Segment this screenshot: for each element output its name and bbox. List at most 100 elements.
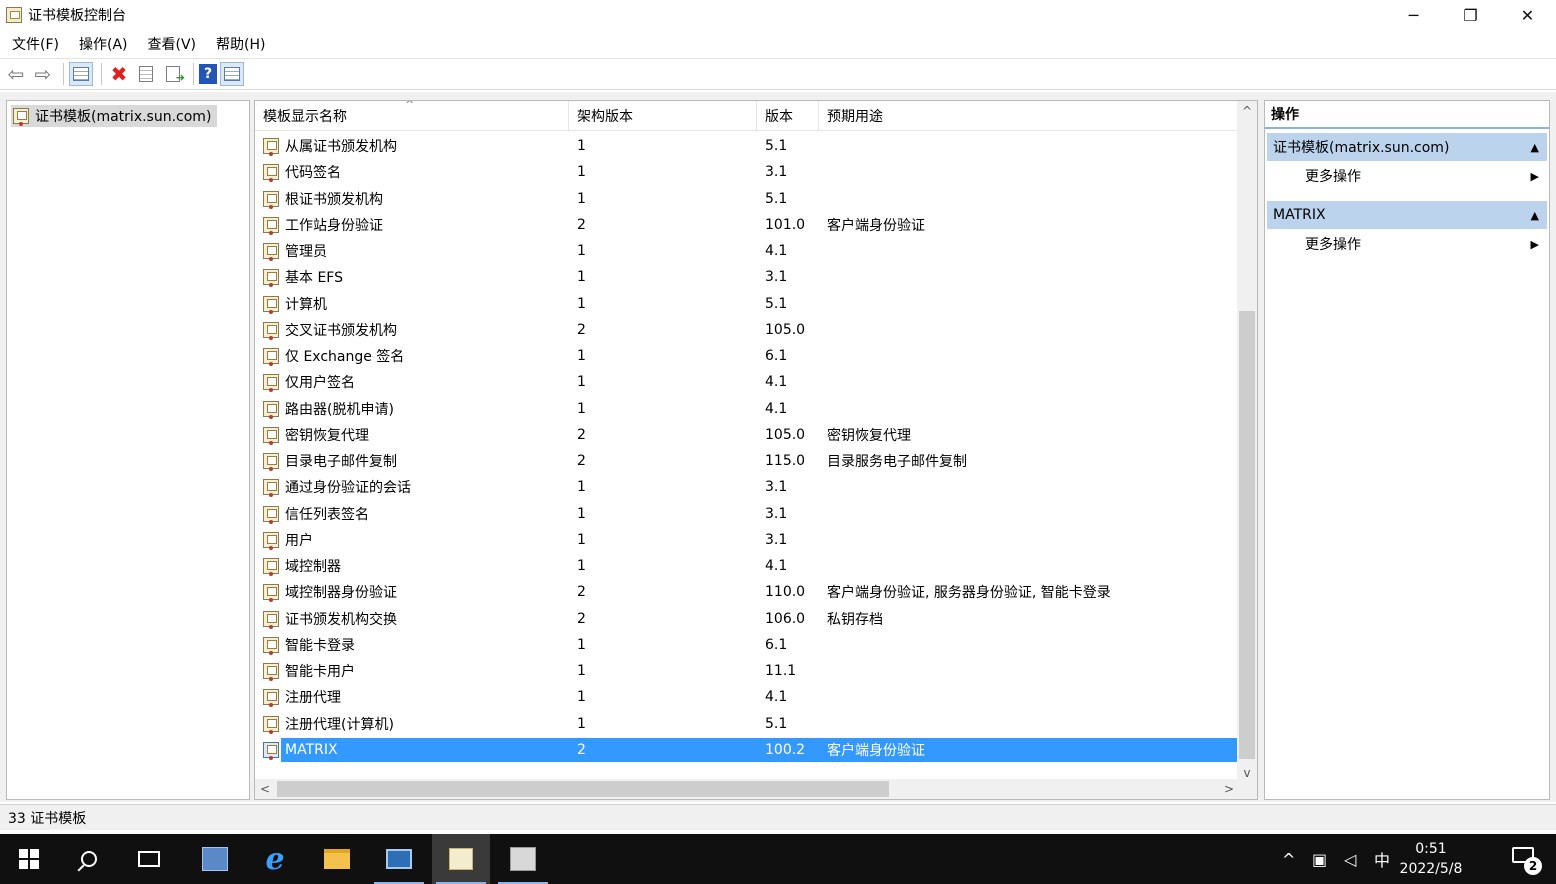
clock[interactable]: 0:51 2022/5/8	[1386, 839, 1476, 879]
export-list-icon	[166, 66, 185, 84]
scroll-left-icon[interactable]: <	[255, 779, 275, 799]
certification-authority-taskbar-button[interactable]	[494, 834, 552, 884]
table-row[interactable]: 工作站身份验证 2 101.0 客户端身份验证	[255, 212, 1237, 238]
version-cell: 4.1	[765, 558, 788, 575]
file-explorer-taskbar-button[interactable]	[308, 834, 366, 884]
template-list: 模板显示名称 ^ 架构版本 版本 预期用途 从属证书颁发机构 1 5.1 代码签名 1 3…	[254, 100, 1258, 800]
minimize-button[interactable]: ─	[1385, 0, 1442, 30]
menu-view[interactable]: 查看(V)	[142, 34, 203, 54]
table-row[interactable]: 计算机 1 5.1	[255, 291, 1237, 317]
template-name-cell: 注册代理	[285, 690, 341, 707]
console-tree: 证书模板(matrix.sun.com)	[6, 100, 250, 800]
more-actions-item[interactable]: 更多操作 ▶	[1267, 162, 1547, 190]
vertical-scrollbar[interactable]: ^ v	[1237, 101, 1257, 783]
schema-version-cell: 1	[577, 269, 586, 286]
action-center-button[interactable]: 2	[1512, 847, 1542, 875]
table-row[interactable]: 注册代理(计算机) 1 5.1	[255, 711, 1237, 737]
column-header-label: 架构版本	[577, 109, 633, 125]
network-icon[interactable]: ▣	[1312, 834, 1327, 884]
intended-purpose-cell: 客户端身份验证, 服务器身份验证, 智能卡登录	[827, 585, 1111, 602]
tree-node-cert-templates[interactable]: 证书模板(matrix.sun.com)	[11, 105, 218, 127]
table-row[interactable]: 域控制器 1 4.1	[255, 553, 1237, 579]
horizontal-scroll-thumb[interactable]	[277, 781, 889, 797]
chevron-up-icon: ^	[1282, 849, 1296, 869]
menu-file[interactable]: 文件(F)	[6, 34, 65, 54]
table-row[interactable]: 通过身份验证的会话 1 3.1	[255, 474, 1237, 500]
version-cell: 4.1	[765, 400, 788, 417]
table-row[interactable]: 交叉证书颁发机构 2 105.0	[255, 317, 1237, 343]
start-button[interactable]	[0, 834, 58, 884]
actions-section-matrix[interactable]: MATRIX ▲	[1267, 201, 1547, 229]
volume-muted-icon[interactable]: ◁	[1344, 834, 1356, 884]
show-hide-action-pane-button[interactable]	[220, 62, 244, 86]
export-list-button[interactable]	[161, 62, 185, 86]
actions-pane-title: 操作	[1265, 101, 1549, 129]
schema-version-cell: 2	[577, 610, 586, 627]
certificate-templates-taskbar-button[interactable]	[432, 834, 490, 884]
version-cell: 5.1	[765, 190, 788, 207]
actions-section-label: MATRIX	[1273, 207, 1326, 223]
table-row[interactable]: 管理员 1 4.1	[255, 238, 1237, 264]
show-hidden-icons-button[interactable]: ^	[1282, 834, 1295, 884]
scroll-up-icon[interactable]: ^	[1237, 101, 1257, 121]
status-bar: 33 证书模板	[0, 804, 1556, 830]
table-row[interactable]: 路由器(脱机申请) 1 4.1	[255, 396, 1237, 422]
horizontal-scrollbar[interactable]: < >	[255, 779, 1239, 799]
table-row[interactable]: 智能卡登录 1 6.1	[255, 632, 1237, 658]
table-row[interactable]: 基本 EFS 1 3.1	[255, 264, 1237, 290]
version-cell: 11.1	[765, 663, 797, 680]
scroll-right-icon[interactable]: >	[1219, 779, 1239, 799]
schema-version-cell: 2	[577, 741, 586, 758]
column-header-schema[interactable]: 架构版本	[569, 101, 757, 131]
search-button[interactable]	[60, 834, 118, 884]
version-cell: 4.1	[765, 374, 788, 391]
version-cell: 4.1	[765, 243, 788, 260]
template-name-cell: 注册代理(计算机)	[285, 716, 394, 733]
actions-section-cert-templates[interactable]: 证书模板(matrix.sun.com) ▲	[1267, 133, 1547, 161]
back-arrow-icon[interactable]: ⇦	[4, 62, 28, 86]
forward-arrow-icon[interactable]: ⇨	[31, 62, 55, 86]
vertical-scroll-thumb[interactable]	[1239, 311, 1255, 759]
table-row[interactable]: 仅 Exchange 签名 1 6.1	[255, 343, 1237, 369]
table-row[interactable]: 目录电子邮件复制 2 115.0 目录服务电子邮件复制	[255, 448, 1237, 474]
menu-action[interactable]: 操作(A)	[73, 34, 134, 54]
task-view-button[interactable]	[120, 834, 178, 884]
help-icon[interactable]: ?	[199, 64, 217, 84]
properties-button[interactable]	[134, 62, 158, 86]
collapse-icon[interactable]: ▲	[1531, 141, 1539, 154]
table-row[interactable]: 智能卡用户 1 11.1	[255, 658, 1237, 684]
table-row[interactable]: 信任列表签名 1 3.1	[255, 501, 1237, 527]
column-header-purpose[interactable]: 预期用途	[819, 101, 1239, 131]
certificate-template-icon	[263, 689, 279, 708]
show-hide-console-tree-button[interactable]	[69, 62, 93, 86]
delete-icon[interactable]: ✖	[107, 62, 131, 86]
schema-version-cell: 2	[577, 426, 586, 443]
restore-button[interactable]: ❐	[1442, 0, 1499, 30]
more-actions-item[interactable]: 更多操作 ▶	[1267, 230, 1547, 258]
properties-icon	[139, 66, 153, 82]
certificate-template-icon	[263, 164, 279, 183]
schema-version-cell: 1	[577, 505, 586, 522]
menu-help[interactable]: 帮助(H)	[210, 34, 271, 54]
column-header-version[interactable]: 版本	[757, 101, 819, 131]
template-name-cell: 智能卡用户	[285, 664, 355, 681]
close-button[interactable]: ✕	[1499, 0, 1556, 30]
table-row[interactable]: 密钥恢复代理 2 105.0 密钥恢复代理	[255, 422, 1237, 448]
table-row[interactable]: 证书颁发机构交换 2 106.0 私钥存档	[255, 606, 1237, 632]
collapse-icon[interactable]: ▲	[1531, 209, 1539, 222]
table-row[interactable]: 仅用户签名 1 4.1	[255, 369, 1237, 395]
column-header-name[interactable]: 模板显示名称 ^	[255, 101, 569, 131]
table-row[interactable]: 注册代理 1 4.1	[255, 684, 1237, 710]
table-row[interactable]: 域控制器身份验证 2 110.0 客户端身份验证, 服务器身份验证, 智能卡登录	[255, 579, 1237, 605]
table-row[interactable]: 代码签名 1 3.1	[255, 159, 1237, 185]
table-row[interactable]: 根证书颁发机构 1 5.1	[255, 186, 1237, 212]
table-row[interactable]: 从属证书颁发机构 1 5.1	[255, 133, 1237, 159]
table-row[interactable]: MATRIX 2 100.2 客户端身份验证	[255, 737, 1237, 763]
management-console-taskbar-button[interactable]	[370, 834, 428, 884]
schema-version-cell: 1	[577, 190, 586, 207]
certificate-app-icon	[449, 848, 473, 870]
table-row[interactable]: 用户 1 3.1	[255, 527, 1237, 553]
template-name-cell: 工作站身份验证	[285, 217, 383, 234]
internet-explorer-taskbar-button[interactable]: e	[246, 834, 304, 884]
server-manager-taskbar-button[interactable]	[186, 834, 244, 884]
